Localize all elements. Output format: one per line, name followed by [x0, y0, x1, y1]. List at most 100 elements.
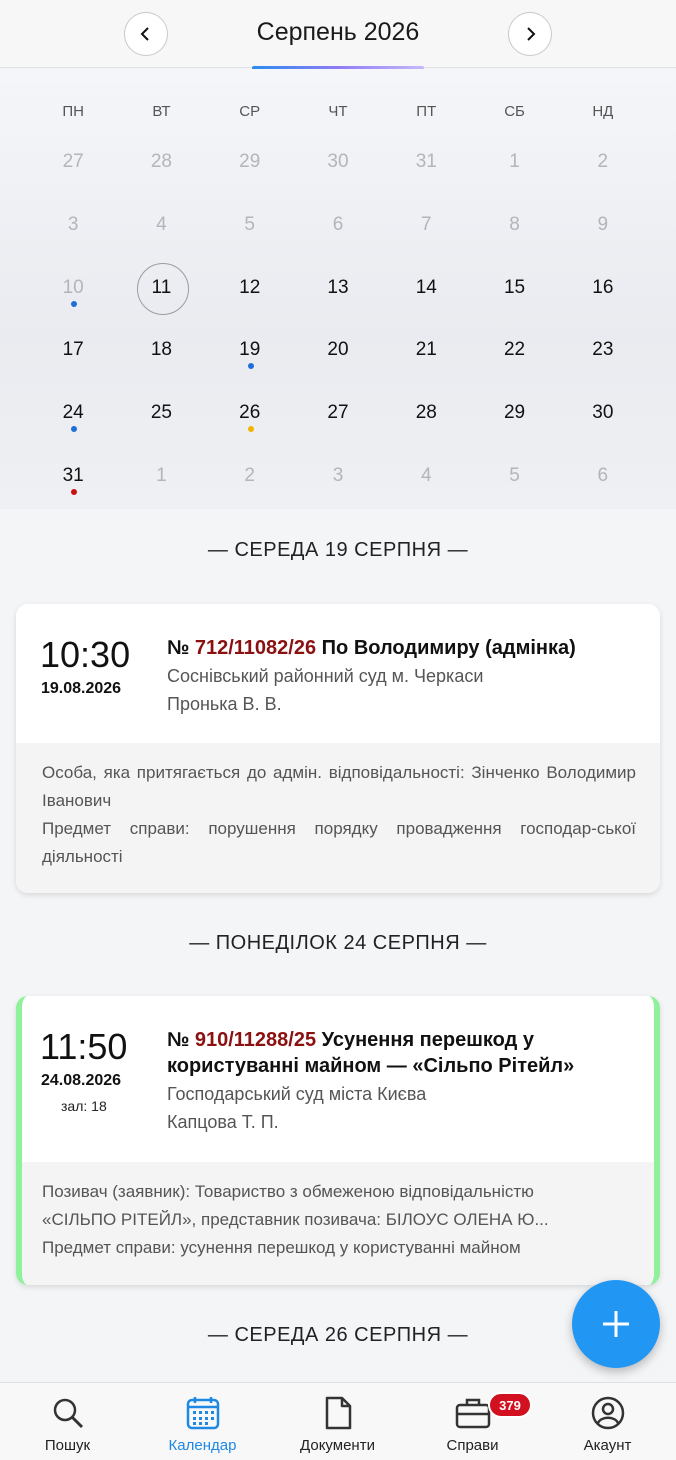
weekday-label: СР	[239, 103, 261, 120]
calendar-day[interactable]: 9	[559, 200, 647, 250]
day-number: 27	[327, 402, 349, 424]
calendar-day[interactable]: 8	[470, 200, 558, 250]
event-date: 24.08.2026	[41, 1072, 122, 1089]
calendar-day[interactable]: 22	[470, 325, 558, 375]
day-number: 31	[415, 151, 437, 172]
nav-label: Календар	[168, 1437, 237, 1454]
event-detail: Особа, яка притягається до адмін. відпов…	[42, 763, 636, 810]
week-row: 27 28 29 30 31 1 2	[29, 137, 647, 187]
day-number: 7	[420, 213, 432, 235]
calendar-day[interactable]: 6	[294, 200, 382, 250]
calendar-day[interactable]: 27	[29, 137, 117, 187]
day-number: 16	[592, 276, 614, 298]
nav-calendar[interactable]: Календар	[135, 1383, 270, 1460]
calendar-day[interactable]: 7	[382, 200, 470, 250]
calendar-day[interactable]: 14	[382, 263, 470, 313]
calendar-day[interactable]: 29	[206, 137, 294, 187]
day-number: 31	[62, 465, 84, 486]
calendar-day[interactable]: 13	[294, 263, 382, 313]
nav-cases[interactable]: Справи 379	[405, 1383, 540, 1460]
calendar-day[interactable]: 3	[294, 451, 382, 501]
calendar-day[interactable]: 29	[470, 388, 558, 438]
calendar-day[interactable]: 2	[559, 137, 647, 187]
month-header: Серпень 2026	[0, 0, 676, 70]
calendar-day[interactable]: 30	[559, 388, 647, 438]
calendar-day[interactable]: 4	[117, 200, 205, 250]
event-indicator-dot	[247, 363, 254, 370]
calendar-day[interactable]: 28	[382, 388, 470, 438]
event-indicator-dot	[71, 489, 77, 495]
day-number: 15	[503, 276, 526, 298]
calendar-day[interactable]: 10	[29, 263, 117, 313]
weekday-label: НД	[592, 103, 614, 120]
day-number: 4	[156, 213, 167, 235]
calendar-day[interactable]: 1	[117, 451, 205, 501]
calendar-day[interactable]: 30	[294, 137, 382, 187]
case-number: 910/11288/25	[194, 1029, 317, 1051]
day-number: 30	[327, 151, 349, 172]
week-row: 10 11 12 13 14 15 16	[29, 262, 647, 315]
day-number: 5	[509, 465, 520, 486]
event-time: 11:50	[40, 1026, 128, 1067]
nav-label: Документи	[300, 1437, 375, 1454]
day-number: 6	[597, 465, 609, 486]
event-card[interactable]: 10:30 19.08.2026 № 712/11082/26 По Волод…	[16, 604, 660, 893]
calendar-day[interactable]: 12	[206, 263, 294, 313]
calendar-day[interactable]: 27	[294, 388, 382, 438]
add-event-button[interactable]	[572, 1280, 660, 1368]
event-indicator-dot	[71, 300, 77, 307]
court-name: Господарський суд міста Києва	[167, 1084, 427, 1104]
day-number: 22	[503, 339, 526, 361]
calendar-day[interactable]: 1	[470, 137, 558, 187]
calendar-day[interactable]: 17	[29, 325, 117, 375]
event-detail: «СІЛЬПО РІТЕЙЛ», представник позивача: Б…	[42, 1210, 549, 1229]
calendar-day[interactable]: 20	[294, 325, 382, 375]
event-card[interactable]: 11:50 24.08.2026 зал: 18 № 910/11288/25 …	[16, 996, 660, 1285]
calendar-day[interactable]: 6	[559, 451, 647, 501]
account-icon	[591, 1396, 625, 1430]
calendar-day[interactable]: 5	[470, 451, 558, 501]
calendar-day-today[interactable]: 11	[117, 262, 205, 315]
calendar-day[interactable]: 18	[117, 325, 205, 375]
calendar-day[interactable]: 5	[206, 200, 294, 250]
calendar-day[interactable]: 3	[29, 200, 117, 250]
day-number: 19	[239, 339, 261, 361]
calendar-day[interactable]: 4	[382, 451, 470, 501]
calendar-day[interactable]: 24	[29, 388, 117, 438]
calendar-icon	[186, 1397, 220, 1430]
calendar-day[interactable]: 16	[559, 263, 647, 313]
day-number: 29	[503, 402, 526, 424]
calendar-day[interactable]: 25	[117, 388, 205, 438]
calendar-day[interactable]: 2	[206, 451, 294, 501]
calendar-day[interactable]: 31	[382, 137, 470, 187]
day-number: 3	[332, 465, 344, 486]
nav-account[interactable]: Акаунт	[540, 1383, 675, 1460]
day-number: 28	[415, 402, 437, 424]
nav-search[interactable]: Пошук	[0, 1383, 135, 1460]
calendar-day[interactable]: 28	[117, 137, 205, 187]
week-row: 3 4 5 6 7 8 9	[29, 200, 647, 250]
calendar-day[interactable]: 19	[206, 325, 294, 375]
calendar-day[interactable]: 21	[382, 325, 470, 375]
calendar-day[interactable]: 31	[29, 451, 117, 501]
calendar-day[interactable]: 15	[470, 263, 558, 313]
day-number: 4	[420, 465, 432, 486]
day-number: 10	[62, 276, 84, 298]
event-indicator-dot	[247, 426, 254, 433]
week-row: 24 25 26 27 28 29 30	[29, 388, 647, 438]
calendar-day[interactable]: 23	[559, 325, 647, 375]
document-icon	[325, 1396, 352, 1430]
nav-documents[interactable]: Документи	[270, 1383, 405, 1460]
day-number: 2	[244, 465, 255, 486]
cases-count-badge: 379	[488, 1392, 532, 1418]
briefcase-icon	[455, 1398, 491, 1429]
search-icon	[53, 1398, 84, 1429]
next-month-button[interactable]	[508, 12, 552, 56]
case-title: По Володимиру (адмінка)	[316, 637, 576, 659]
event-indicator-dot	[71, 426, 77, 433]
calendar-day[interactable]: 26	[206, 388, 294, 438]
day-number: 1	[509, 151, 520, 172]
calendar-grid: ПН ВТ СР ЧТ ПТ СБ НД 27 28 29 30 31 1 2 3 4 5 6 7 8 9…	[0, 69, 676, 509]
case-prefix: №	[167, 1029, 195, 1051]
day-number: 27	[62, 151, 84, 172]
